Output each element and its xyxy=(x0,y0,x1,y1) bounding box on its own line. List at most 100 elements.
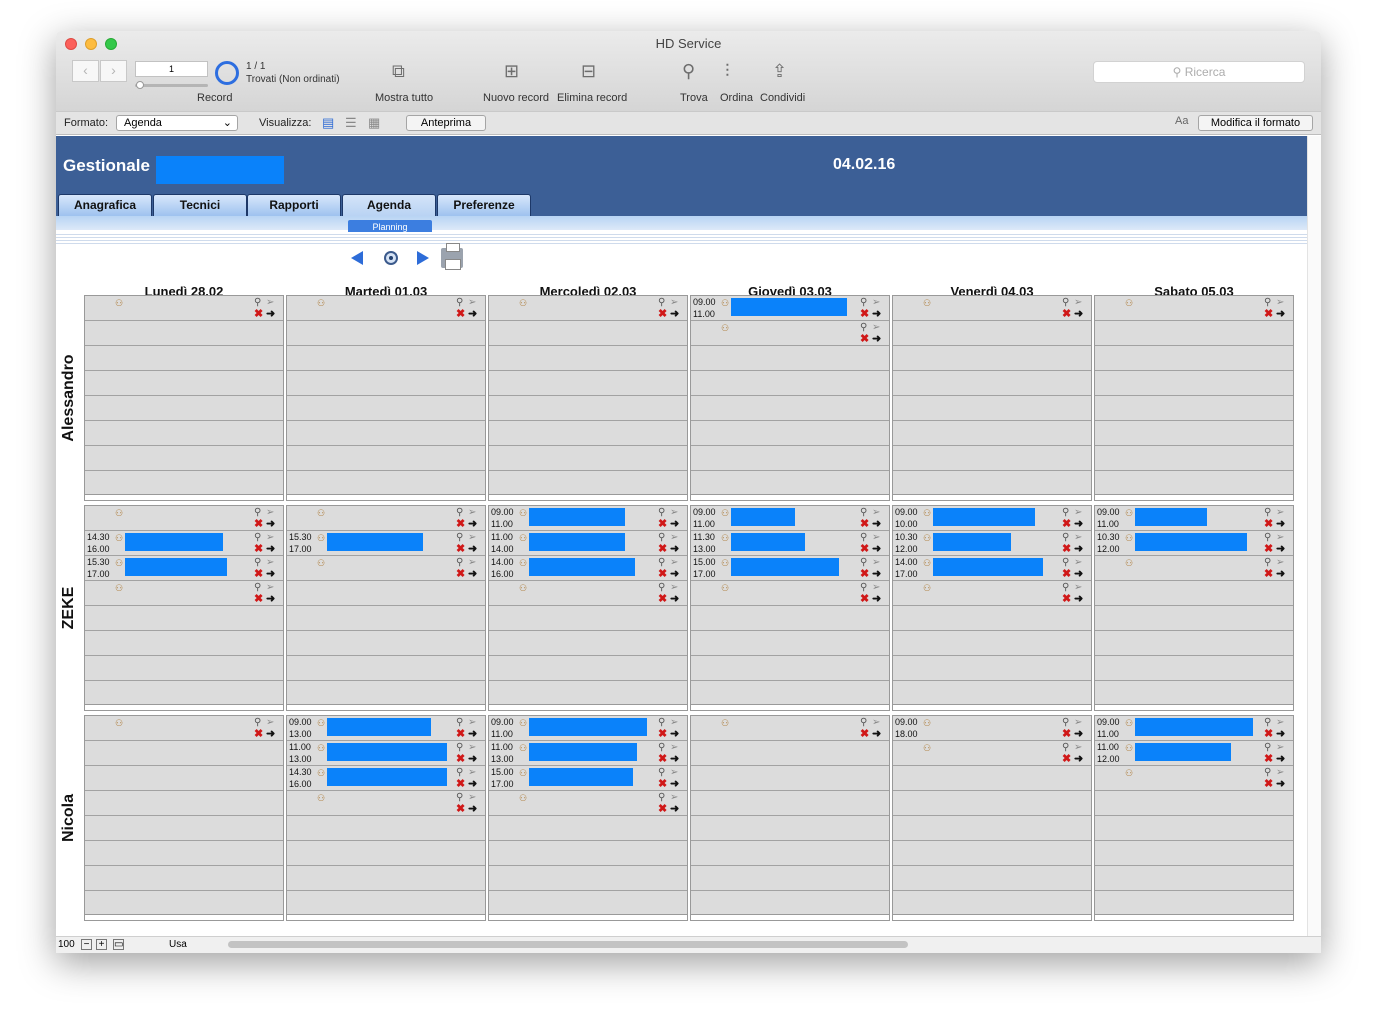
appointment-slot[interactable]: 15.30 17.00 ⚇ ⚲ ➢ ✖ ➜ xyxy=(85,556,283,580)
arrow-right-icon[interactable]: ➜ xyxy=(1276,542,1285,555)
delete-icon[interactable]: ✖ xyxy=(1062,542,1071,555)
delete-icon[interactable]: ✖ xyxy=(456,542,465,555)
arrow-right-icon[interactable]: ➜ xyxy=(1074,542,1083,555)
person-icon[interactable]: ⚇ xyxy=(115,508,123,519)
delete-icon[interactable]: ✖ xyxy=(658,802,667,815)
delete-icon[interactable]: ✖ xyxy=(254,567,263,580)
list-view-icon[interactable]: ☰ xyxy=(345,115,357,131)
schedule-cell[interactable]: ⚇ ⚲ ➢ ✖ ➜ xyxy=(84,715,284,921)
person-icon[interactable]: ⚇ xyxy=(923,743,931,754)
schedule-cell[interactable]: ⚇ ⚲ ➢ ✖ ➜ 14.30 16.00 ⚇ ⚲ ➢ ✖ ➜ 15.30 17.00 ⚇ ⚲ ➢ ✖ ➜ ⚇ ⚲ ➢ ✖ ➜ xyxy=(84,505,284,711)
show-all-icon[interactable]: ⧉ xyxy=(392,61,405,82)
delete-icon[interactable]: ✖ xyxy=(860,592,869,605)
delete-icon[interactable]: ✖ xyxy=(658,307,667,320)
redacted-client-name[interactable] xyxy=(933,558,1043,576)
share-button[interactable]: Condividi xyxy=(760,92,805,104)
schedule-cell[interactable]: 09.00 11.00 ⚇ ⚲ ➢ ✖ ➜ 11.00 12.00 ⚇ ⚲ ➢ ✖ ➜ ⚇ ⚲ ➢ ✖ ➜ xyxy=(1094,715,1294,921)
arrow-right-icon[interactable]: ➜ xyxy=(1074,517,1083,530)
arrow-right-icon[interactable]: ➜ xyxy=(1276,752,1285,765)
delete-icon[interactable]: ✖ xyxy=(254,517,263,530)
arrow-right-icon[interactable]: ➜ xyxy=(1276,567,1285,580)
sort-icon[interactable]: ⫶ xyxy=(725,61,730,82)
delete-icon[interactable]: ✖ xyxy=(1264,752,1273,765)
zoom-in-button[interactable]: + xyxy=(96,939,107,950)
redacted-client-name[interactable] xyxy=(125,558,227,576)
delete-icon[interactable]: ✖ xyxy=(860,307,869,320)
delete-icon[interactable]: ✖ xyxy=(456,517,465,530)
person-icon[interactable]: ⚇ xyxy=(721,508,729,519)
redacted-client-name[interactable] xyxy=(933,533,1011,551)
redacted-client-name[interactable] xyxy=(731,298,847,316)
zoom-out-button[interactable]: − xyxy=(81,939,92,950)
person-icon[interactable]: ⚇ xyxy=(317,768,325,779)
edit-layout-button[interactable]: Modifica il formato xyxy=(1198,115,1313,131)
schedule-cell[interactable]: 09.00 13.00 ⚇ ⚲ ➢ ✖ ➜ 11.00 13.00 ⚇ ⚲ ➢ ✖ ➜ 14.30 16.00… xyxy=(286,715,486,921)
person-icon[interactable]: ⚇ xyxy=(519,533,527,544)
person-icon[interactable]: ⚇ xyxy=(923,583,931,594)
delete-icon[interactable]: ✖ xyxy=(658,727,667,740)
arrow-right-icon[interactable]: ➜ xyxy=(670,567,679,580)
appointment-slot[interactable]: ⚇ ⚲ ➢ ✖ ➜ xyxy=(287,506,485,530)
person-icon[interactable]: ⚇ xyxy=(721,298,729,309)
tab-2[interactable]: Rapporti xyxy=(247,194,341,216)
arrow-right-icon[interactable]: ➜ xyxy=(266,542,275,555)
arrow-right-icon[interactable]: ➜ xyxy=(266,517,275,530)
current-week-button[interactable] xyxy=(384,251,398,265)
arrow-right-icon[interactable]: ➜ xyxy=(468,752,477,765)
schedule-cell[interactable]: 09.00 11.00 ⚇ ⚲ ➢ ✖ ➜ ⚇ ⚲ ➢ ✖ ➜ xyxy=(690,295,890,501)
appointment-slot[interactable]: ⚇ ⚲ ➢ ✖ ➜ xyxy=(489,296,687,320)
next-record-button[interactable]: › xyxy=(100,60,127,82)
appointment-slot[interactable]: 10.30 12.00 ⚇ ⚲ ➢ ✖ ➜ xyxy=(893,531,1091,555)
delete-icon[interactable]: ✖ xyxy=(658,752,667,765)
delete-icon[interactable]: ✖ xyxy=(658,777,667,790)
search-icon[interactable]: ⚲ xyxy=(682,61,695,82)
delete-icon[interactable]: ✖ xyxy=(456,307,465,320)
person-icon[interactable]: ⚇ xyxy=(115,533,123,544)
person-icon[interactable]: ⚇ xyxy=(923,718,931,729)
arrow-right-icon[interactable]: ➜ xyxy=(468,727,477,740)
redacted-client-name[interactable] xyxy=(125,533,223,551)
appointment-slot[interactable]: 14.30 16.00 ⚇ ⚲ ➢ ✖ ➜ xyxy=(85,531,283,555)
person-icon[interactable]: ⚇ xyxy=(923,298,931,309)
appointment-slot[interactable]: ⚇ ⚲ ➢ ✖ ➜ xyxy=(85,581,283,605)
delete-icon[interactable]: ✖ xyxy=(1062,307,1071,320)
redacted-client-name[interactable] xyxy=(1135,508,1207,526)
appointment-slot[interactable]: ⚇ ⚲ ➢ ✖ ➜ xyxy=(85,296,283,320)
person-icon[interactable]: ⚇ xyxy=(317,298,325,309)
tab-3[interactable]: Agenda xyxy=(342,194,436,216)
person-icon[interactable]: ⚇ xyxy=(721,718,729,729)
arrow-right-icon[interactable]: ➜ xyxy=(872,517,881,530)
arrow-right-icon[interactable]: ➜ xyxy=(872,332,881,345)
delete-icon[interactable]: ✖ xyxy=(456,752,465,765)
appointment-slot[interactable]: 15.00 17.00 ⚇ ⚲ ➢ ✖ ➜ xyxy=(691,556,889,580)
arrow-right-icon[interactable]: ➜ xyxy=(468,802,477,815)
appointment-slot[interactable]: 14.30 16.00 ⚇ ⚲ ➢ ✖ ➜ xyxy=(287,766,485,790)
appointment-slot[interactable]: ⚇ ⚲ ➢ ✖ ➜ xyxy=(85,506,283,530)
arrow-right-icon[interactable]: ➜ xyxy=(872,307,881,320)
sort-button[interactable]: Ordina xyxy=(720,92,753,104)
redacted-client-name[interactable] xyxy=(529,743,637,761)
new-record-icon[interactable]: ⊞ xyxy=(504,61,519,82)
delete-icon[interactable]: ✖ xyxy=(658,542,667,555)
arrow-right-icon[interactable]: ➜ xyxy=(468,542,477,555)
redacted-client-name[interactable] xyxy=(529,508,625,526)
person-icon[interactable]: ⚇ xyxy=(317,718,325,729)
person-icon[interactable]: ⚇ xyxy=(923,533,931,544)
share-icon[interactable]: ⇪ xyxy=(772,61,787,82)
delete-icon[interactable]: ✖ xyxy=(860,517,869,530)
delete-icon[interactable]: ✖ xyxy=(860,727,869,740)
tab-1[interactable]: Tecnici xyxy=(153,194,247,216)
person-icon[interactable]: ⚇ xyxy=(317,743,325,754)
appointment-slot[interactable]: 09.00 18.00 ⚇ ⚲ ➢ ✖ ➜ xyxy=(893,716,1091,740)
schedule-cell[interactable]: ⚇ ⚲ ➢ ✖ ➜ xyxy=(84,295,284,501)
person-icon[interactable]: ⚇ xyxy=(1125,298,1133,309)
person-icon[interactable]: ⚇ xyxy=(519,793,527,804)
record-slider-knob[interactable] xyxy=(136,81,144,89)
schedule-cell[interactable]: ⚇ ⚲ ➢ ✖ ➜ xyxy=(286,295,486,501)
delete-icon[interactable]: ✖ xyxy=(1264,777,1273,790)
format-select[interactable]: Agenda ⌄ xyxy=(116,115,238,131)
font-size-icon[interactable]: Aa xyxy=(1175,115,1188,127)
arrow-right-icon[interactable]: ➜ xyxy=(468,307,477,320)
arrow-right-icon[interactable]: ➜ xyxy=(266,592,275,605)
arrow-right-icon[interactable]: ➜ xyxy=(266,727,275,740)
